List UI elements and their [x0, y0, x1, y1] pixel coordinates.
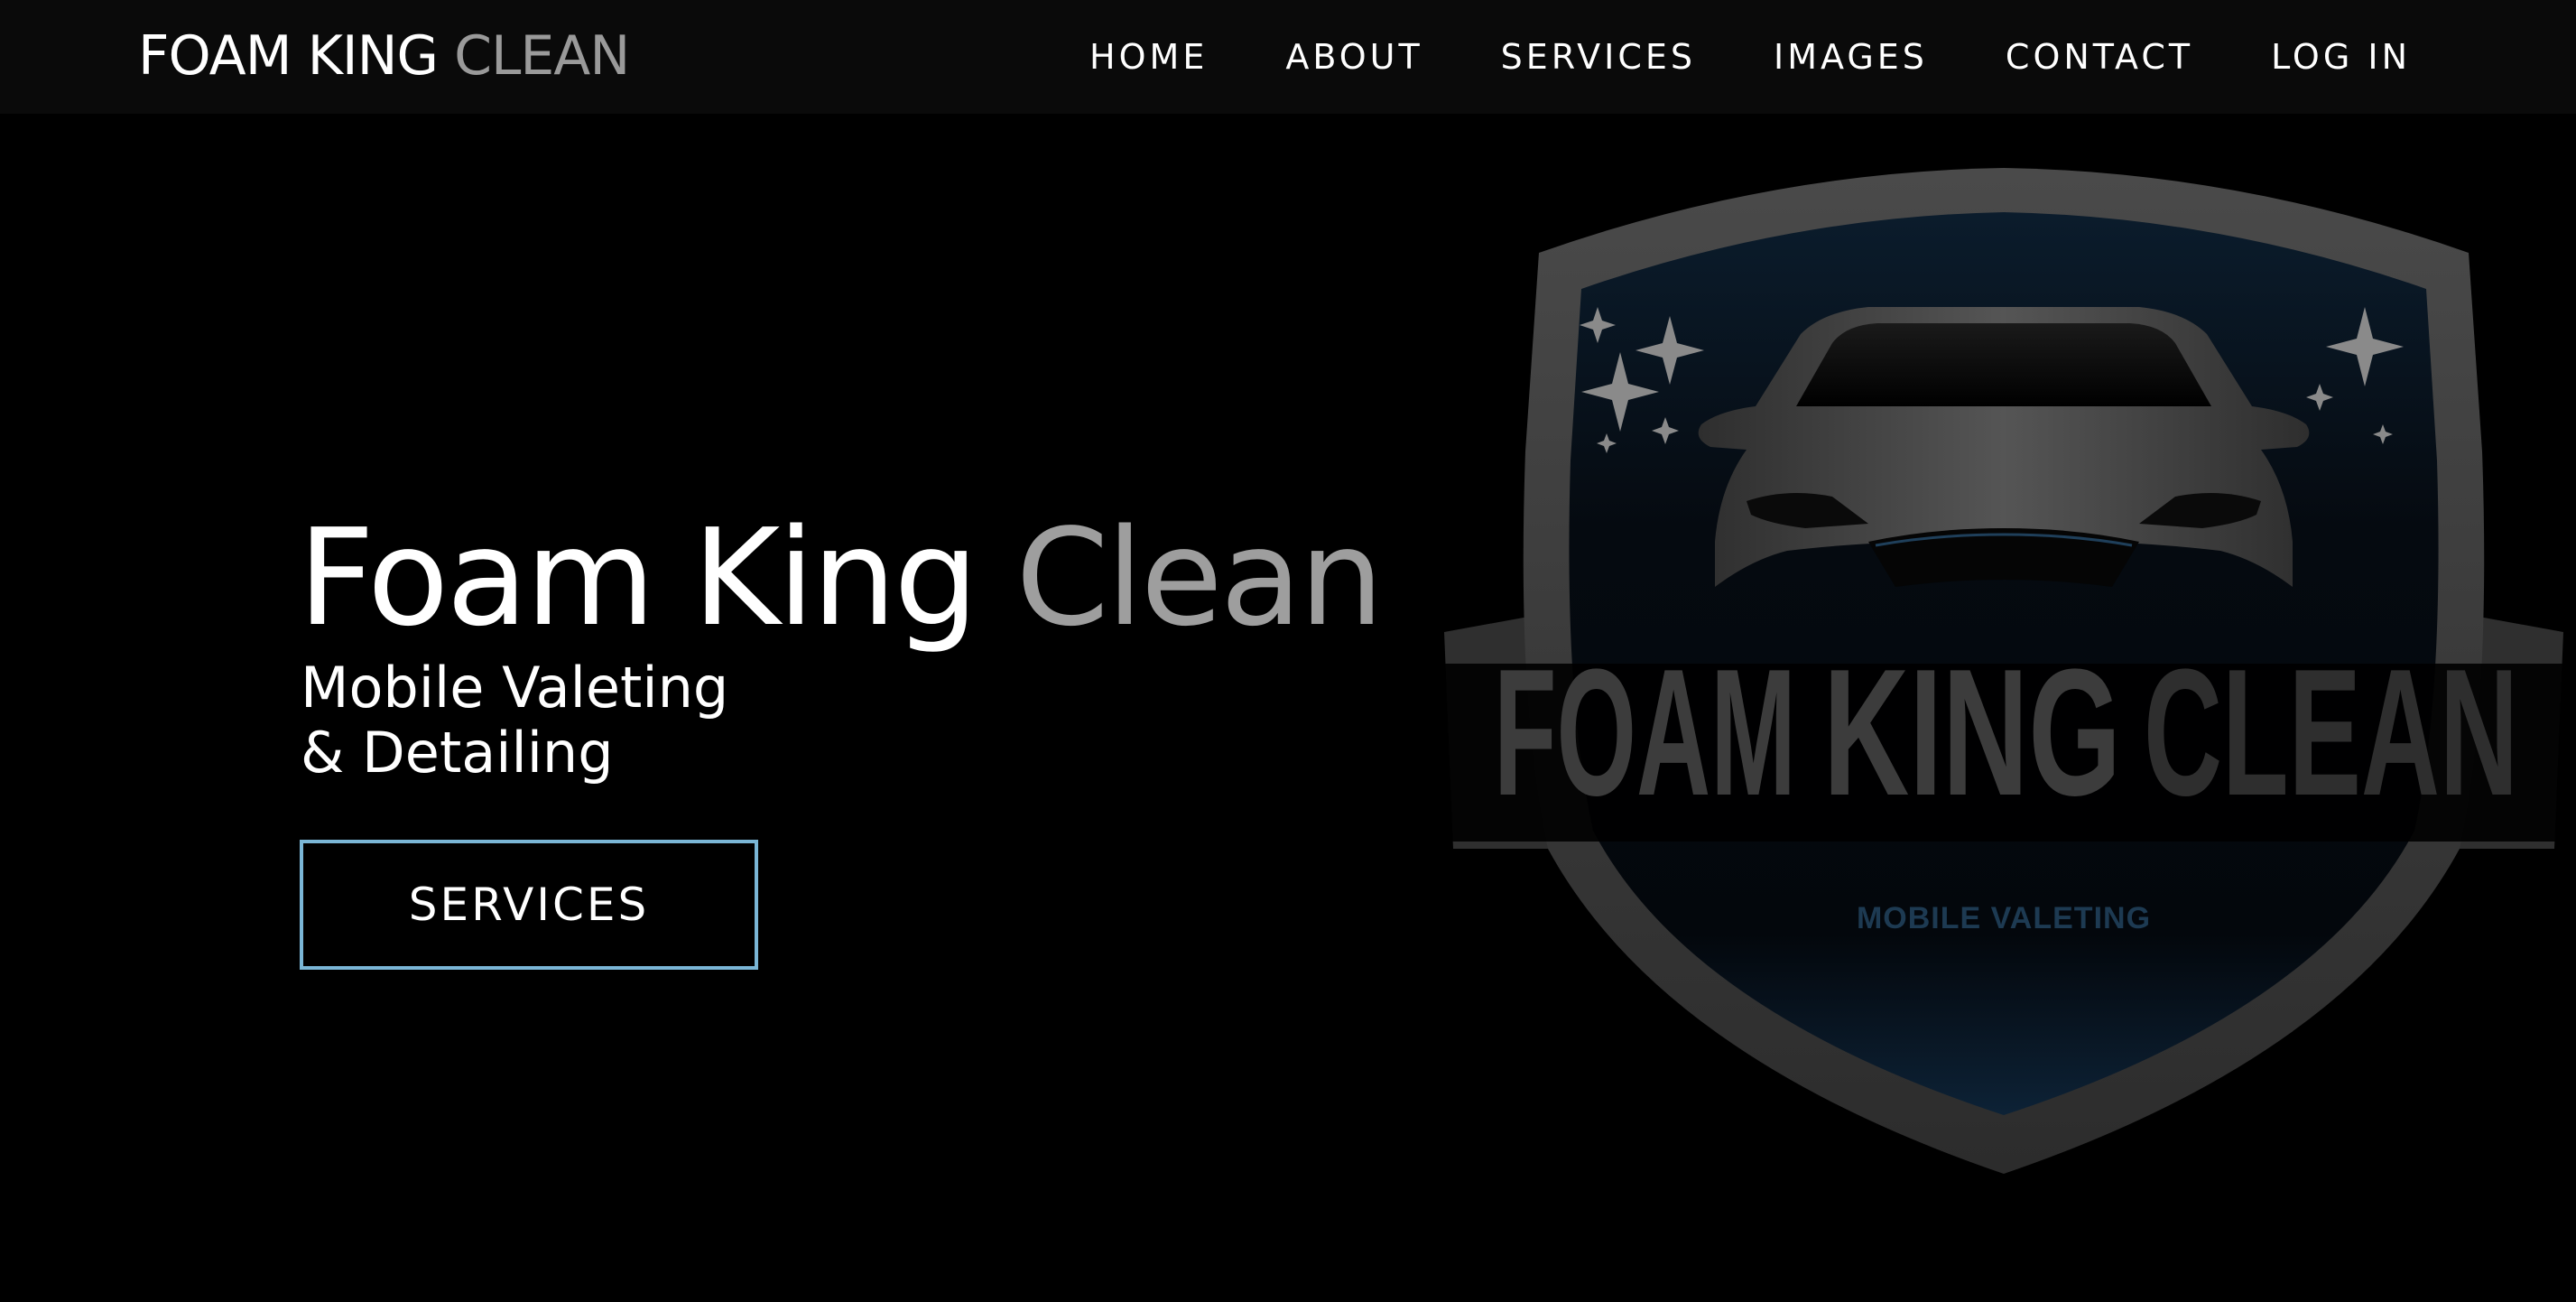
nav-link-home[interactable]: HOME [1089, 37, 1208, 77]
nav-link-services[interactable]: SERVICES [1501, 37, 1696, 77]
hero-title-secondary: Clean [1015, 500, 1384, 656]
main-nav: HOME ABOUT SERVICES IMAGES CONTACT LOG I… [1089, 0, 2411, 114]
hero-subtitle-line1: Mobile Valeting [301, 655, 729, 721]
nav-link-contact[interactable]: CONTACT [2006, 37, 2193, 77]
nav-link-images[interactable]: IMAGES [1774, 37, 1928, 77]
hero-title: Foam King Clean [298, 506, 1384, 650]
page: FOAM KING CLEAN HOME ABOUT SERVICES IMAG… [0, 0, 2576, 1302]
brand-logo-link[interactable]: FOAM KING CLEAN [138, 24, 630, 88]
hero-subtitle: Mobile Valeting & Detailing [301, 656, 728, 786]
brand-name-secondary: CLEAN [454, 24, 630, 88]
shield-logo-graphic: FOAM KING CLEAN MOBILE VALETING [1444, 168, 2563, 1174]
nav-link-about[interactable]: ABOUT [1285, 37, 1422, 77]
top-navbar: FOAM KING CLEAN HOME ABOUT SERVICES IMAG… [0, 0, 2576, 114]
logo-word-king: KING [1823, 632, 2121, 833]
shield-car-logo: FOAM KING CLEAN MOBILE VALETING [1444, 163, 2563, 1183]
hero-subtitle-line2: & Detailing [301, 720, 614, 786]
services-button[interactable]: SERVICES [300, 840, 758, 970]
brand-name-primary: FOAM KING [138, 24, 439, 88]
hero-title-primary: Foam King [298, 500, 978, 656]
logo-word-clean: CLEAN [2144, 632, 2518, 833]
nav-link-login[interactable]: LOG IN [2271, 37, 2411, 77]
logo-tagline: MOBILE VALETING [1857, 901, 2151, 935]
logo-word-foam: FOAM [1494, 632, 1796, 833]
